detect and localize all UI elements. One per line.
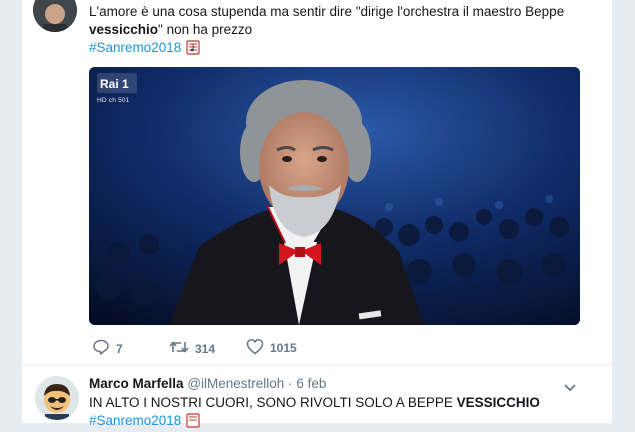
reply-icon [92,338,110,359]
retweet-icon [169,338,189,359]
hashtag-link[interactable]: #Sanremo2018 [89,40,181,55]
header-separator: · [288,376,293,391]
tweet-text-bold: VESSICCHIO [456,395,540,410]
media-photo [89,67,580,325]
tweet-text-bold: vessicchio [89,22,159,37]
like-count: 1015 [270,341,297,355]
reply-button[interactable]: 7 [92,338,123,359]
retweet-count: 314 [195,341,216,356]
author-name[interactable]: Marco Marfella [89,376,184,391]
tweet-text: IN ALTO I NOSTRI CUORI, SONO RIVOLTI SOL… [89,395,540,411]
tweet-media-image[interactable]: Rai 1 HD ch 501 [89,67,580,325]
tweet-date[interactable]: 6 feb [296,376,326,391]
hashtag-link[interactable]: #Sanremo2018 [89,413,181,428]
avatar[interactable] [35,376,79,420]
reply-count: 7 [116,341,123,356]
tweet-text-line1: L'amore è una cosa stupenda ma sentir di… [89,4,565,19]
timeline-card: L'amore è una cosa stupenda ma sentir di… [22,0,612,428]
rai-logo-text: Rai 1 [100,77,129,91]
chevron-down-icon[interactable] [563,380,577,398]
hashtag-line: #Sanremo2018 [89,39,200,60]
tweet-divider [22,364,612,365]
rai1-logo: Rai 1 [97,73,137,98]
tweet-actions: 7 314 1015 [89,338,489,360]
music-score-icon [186,40,200,60]
channel-sub-label: HD ch 501 [97,97,130,104]
retweet-button[interactable]: 314 [169,338,215,359]
heart-icon [246,338,264,358]
author-handle[interactable]: @ilMenestrelloh [187,376,284,391]
tweet-text: L'amore è una cosa stupenda ma sentir di… [89,3,599,39]
tweet-text-plain: IN ALTO I NOSTRI CUORI, SONO RIVOLTI SOL… [89,395,457,410]
like-button[interactable]: 1015 [246,338,297,358]
tweet-header: Marco Marfella @ilMenestrelloh · 6 feb [89,376,326,392]
tweet-text-rest: " non ha prezzo [158,22,253,37]
avatar[interactable] [33,0,77,32]
